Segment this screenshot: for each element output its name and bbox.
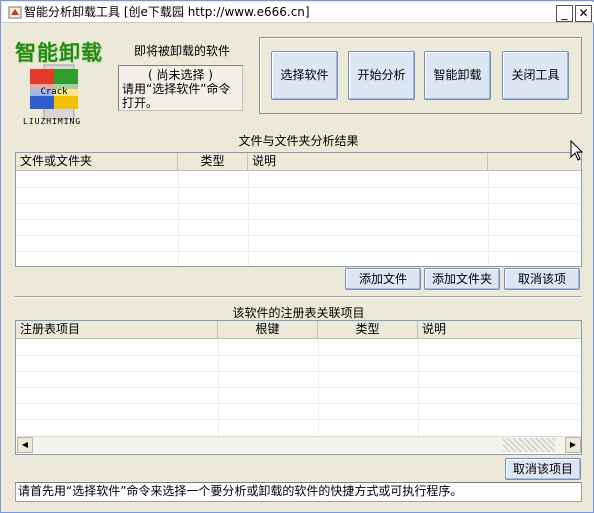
- files-caption: 文件与文件夹分析结果: [238, 134, 359, 148]
- add-folder-button[interactable]: 添加文件夹: [424, 268, 500, 290]
- remove-registry-item-button[interactable]: 取消该项目: [505, 458, 581, 480]
- scroll-thumb[interactable]: [503, 438, 555, 452]
- close-tool-button[interactable]: 关闭工具: [502, 51, 569, 100]
- registry-list-header: 注册表项目 根键 类型 说明: [16, 321, 581, 339]
- logo-author: LIUZHIMING: [23, 117, 82, 126]
- target-software-label: 即将被卸载的软件: [134, 44, 231, 58]
- files-col-name[interactable]: 文件或文件夹: [16, 153, 178, 170]
- toolbar-group: 选择软件 开始分析 智能卸载 关闭工具: [259, 37, 582, 114]
- remove-file-item-button[interactable]: 取消该项: [504, 268, 580, 290]
- select-software-button[interactable]: 选择软件: [271, 51, 338, 100]
- files-col-extra[interactable]: [488, 153, 581, 170]
- add-file-button[interactable]: 添加文件: [345, 268, 421, 290]
- files-col-desc[interactable]: 说明: [248, 153, 488, 170]
- registry-list[interactable]: 注册表项目 根键 类型 说明 ◀ ▶: [15, 320, 582, 455]
- arrow-right-icon[interactable]: ▶: [565, 437, 581, 453]
- close-button[interactable]: ✕: [575, 5, 592, 22]
- logo-badge-text: Crack: [40, 87, 68, 97]
- target-status: ( 尚未选择 ): [148, 68, 213, 82]
- registry-col-type[interactable]: 类型: [318, 321, 418, 338]
- start-analysis-button[interactable]: 开始分析: [348, 51, 415, 100]
- files-list[interactable]: 文件或文件夹 类型 说明: [15, 152, 582, 267]
- arrow-left-icon[interactable]: ◀: [17, 437, 33, 453]
- horizontal-scrollbar[interactable]: ◀ ▶: [17, 436, 581, 453]
- files-col-type[interactable]: 类型: [178, 153, 248, 170]
- crack-logo-icon: Crack: [30, 64, 78, 120]
- window-title: 智能分析卸载工具 [创e下载园 http://www.e666.cn]: [24, 5, 310, 19]
- target-hint: 请用“选择软件”命令打开。: [122, 82, 231, 110]
- mouse-cursor-icon: [570, 140, 584, 161]
- files-list-header: 文件或文件夹 类型 说明: [16, 153, 581, 171]
- status-bar: 请首先用“选择软件”命令来选择一个要分析或卸载的软件的快捷方式或可执行程序。: [15, 482, 582, 502]
- registry-col-root[interactable]: 根键: [218, 321, 318, 338]
- minimize-button[interactable]: _: [556, 5, 573, 22]
- title-bar: 智能分析卸载工具 [创e下载园 http://www.e666.cn] _ ✕: [2, 2, 594, 23]
- smart-uninstall-button[interactable]: 智能卸载: [424, 51, 491, 100]
- app-window: 智能分析卸载工具 [创e下载园 http://www.e666.cn] _ ✕ …: [0, 0, 594, 513]
- registry-col-item[interactable]: 注册表项目: [16, 321, 218, 338]
- section-divider: [15, 296, 582, 298]
- registry-caption: 该软件的注册表关联项目: [232, 306, 365, 320]
- target-software-box: ( 尚未选择 ) 请用“选择软件”命令打开。: [118, 65, 243, 111]
- app-icon: [8, 6, 22, 19]
- registry-col-desc[interactable]: 说明: [418, 321, 581, 338]
